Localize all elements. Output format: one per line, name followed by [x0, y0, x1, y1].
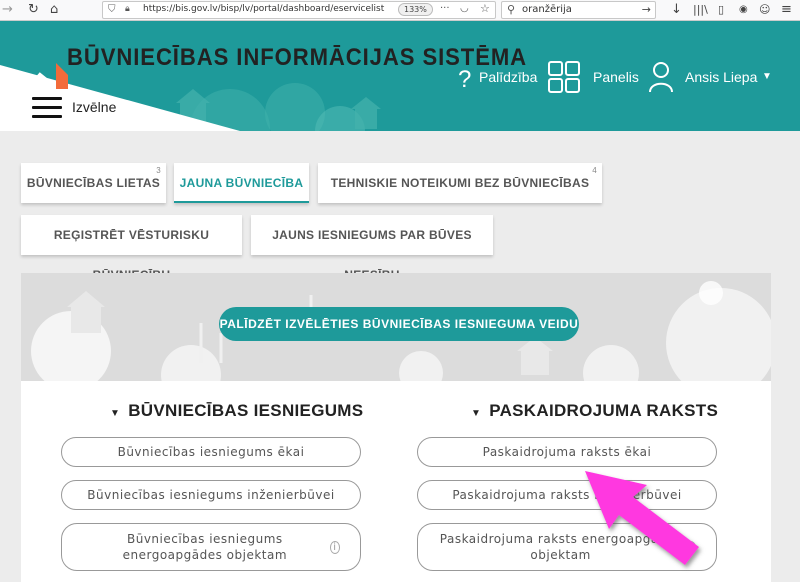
panel-banner: PALĪDZĒT IZVĒLĒTIES BŪVNIECĪBAS IESNIEGU… [21, 273, 771, 381]
tab-tehniskie-noteikumi[interactable]: TEHNISKIE NOTEIKUMI BEZ BŪVNIECĪBAS LIET… [318, 163, 602, 230]
extension-icon-2[interactable]: ☺ [759, 1, 770, 19]
caret-down-icon: ▼ [471, 408, 482, 419]
library-icon[interactable]: |||\ [693, 1, 708, 19]
option-label: Paskaidrojuma raksts ēkai [482, 445, 652, 459]
url-text: https://bis.gov.lv/bisp/lv/portal/dashbo… [143, 4, 385, 14]
caret-down-icon: ▼ [110, 408, 121, 419]
option-label: Būvniecības iesniegums inženierbūvei [87, 488, 335, 502]
chevron-down-icon[interactable]: ▼ [762, 71, 772, 82]
left-section-title[interactable]: ▼ BŪVNIECĪBAS IESNIEGUMS [110, 401, 363, 421]
address-bar[interactable]: ⛉ 🔒︎ https://bis.gov.lv/bisp/lv/portal/d… [102, 1, 496, 19]
right-section-title-text: PASKAIDROJUMA RAKSTS [489, 401, 719, 420]
home-icon[interactable]: ⌂ [50, 1, 58, 19]
tab-label: BŪVNIECĪBAS LIETAS [26, 176, 161, 190]
option-iesniegums-inzenierbuvei[interactable]: Būvniecības iesniegums inženierbūvei [61, 480, 361, 510]
right-section-title[interactable]: ▼ PASKAIDROJUMA RAKSTS [471, 401, 718, 421]
reload-icon[interactable]: ↻ [28, 1, 39, 19]
option-label: Būvniecības iesniegums energoapgādes obj… [122, 532, 288, 562]
hamburger-icon [32, 97, 62, 119]
option-label: Būvniecības iesniegums ēkai [117, 445, 305, 459]
lock-icon: 🔒︎ [125, 4, 130, 14]
sidebar-icon[interactable]: ▯ [718, 1, 724, 19]
bookmark-star-icon[interactable]: ☆ [480, 2, 490, 15]
menu-icon[interactable]: ≡ [781, 1, 792, 19]
pocket-icon[interactable]: ◡ [460, 3, 469, 14]
menu-button[interactable]: Izvēlne [32, 97, 122, 121]
shield-icon: ⛉ [108, 4, 116, 15]
info-icon[interactable]: i [329, 540, 340, 554]
zoom-badge[interactable]: 133% [398, 3, 433, 16]
tab-label: JAUNA BŪVNIECĪBA [179, 176, 304, 190]
logo-icon [26, 63, 68, 91]
help-icon[interactable]: ? [458, 66, 471, 94]
annotation-arrow-icon [585, 471, 699, 565]
help-link[interactable]: Palīdzība [479, 69, 537, 85]
site-header: BŪVNIECĪBAS INFORMĀCIJAS SISTĒMA Izvēlne… [0, 21, 800, 131]
user-icon[interactable] [648, 61, 674, 93]
help-choose-button[interactable]: PALĪDZĒT IZVĒLĒTIES BŪVNIECĪBAS IESNIEGU… [219, 307, 579, 341]
search-field[interactable]: ⚲ oranžērija → [501, 1, 656, 19]
option-iesniegums-ekai[interactable]: Būvniecības iesniegums ēkai [61, 437, 361, 467]
left-section-title-text: BŪVNIECĪBAS IESNIEGUMS [128, 401, 364, 420]
tab-registret-vesturisku[interactable]: REĢISTRĒT VĒSTURISKU BŪVNIECĪBU [21, 215, 242, 282]
tab-count: 3 [156, 166, 161, 175]
search-icon: ⚲ [507, 3, 516, 16]
downloads-icon[interactable]: ↓ [671, 1, 682, 19]
tab-jauns-iesniegums-neesibu[interactable]: JAUNS IESNIEGUMS PAR BŪVES NEESĪBU [251, 215, 493, 282]
search-value: oranžērija [522, 4, 572, 15]
forward-icon[interactable]: → [2, 1, 13, 19]
tab-count: 4 [592, 166, 597, 175]
more-icon[interactable]: ··· [440, 3, 450, 14]
dashboard-grid-icon[interactable] [548, 61, 580, 93]
user-name[interactable]: Ansis Liepa [685, 69, 757, 85]
tab-jauna-buvnieciba[interactable]: JAUNA BŪVNIECĪBA [174, 163, 309, 203]
browser-toolbar: → ↻ ⌂ ⛉ 🔒︎ https://bis.gov.lv/bisp/lv/po… [0, 0, 800, 21]
search-go-icon[interactable]: → [642, 3, 651, 16]
option-raksts-ekai[interactable]: Paskaidrojuma raksts ēkai [417, 437, 717, 467]
option-iesniegums-energoapgades[interactable]: Būvniecības iesniegums energoapgādes obj… [61, 523, 361, 571]
extension-icon[interactable]: ◉ [739, 1, 748, 19]
menu-label: Izvēlne [72, 99, 117, 115]
panel-link[interactable]: Panelis [593, 69, 639, 85]
tab-buvniecibas-lietas[interactable]: BŪVNIECĪBAS LIETAS 3 [21, 163, 166, 203]
